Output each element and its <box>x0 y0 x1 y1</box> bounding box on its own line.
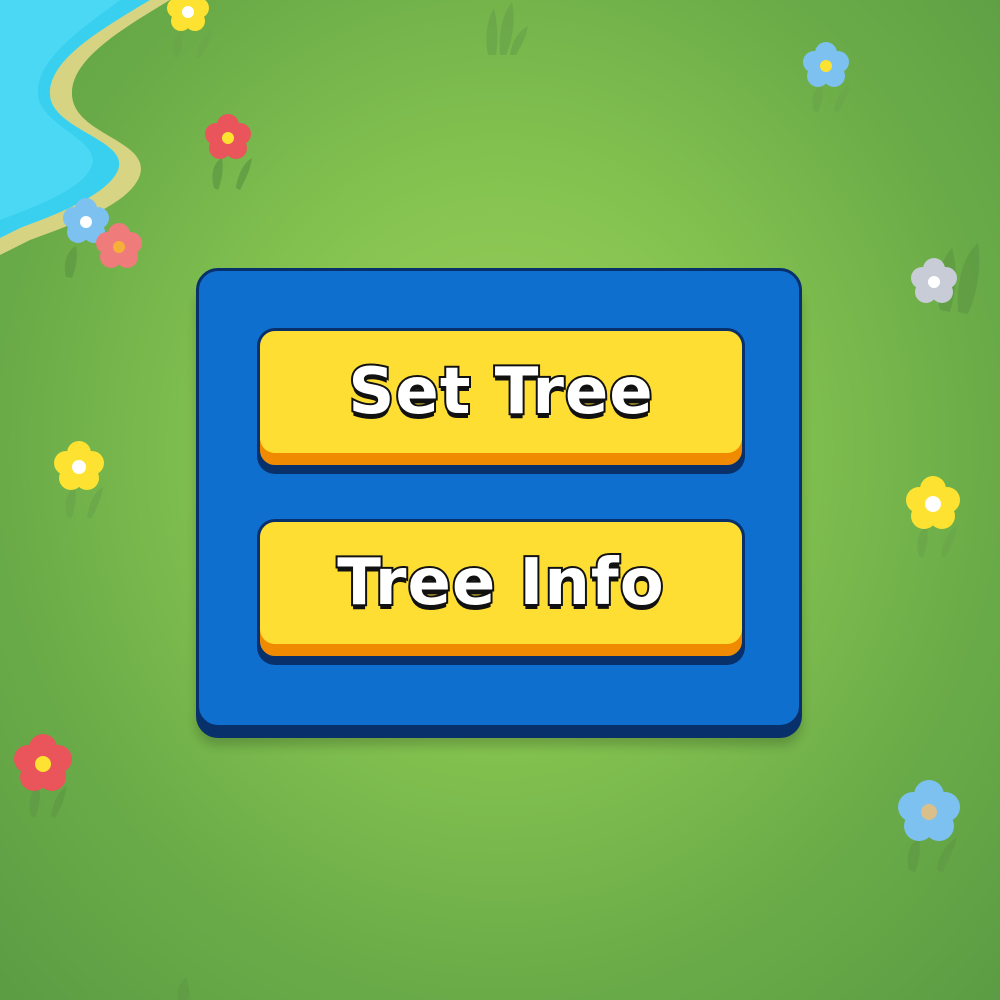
tree-info-button[interactable]: Tree Info <box>257 519 745 659</box>
grass-tuft <box>486 2 528 55</box>
yellow-flower <box>54 441 104 519</box>
set-tree-label: Set Tree <box>346 355 654 429</box>
tree-menu-panel: Set Tree Tree Info <box>196 268 802 728</box>
game-scene: Set Tree Tree Info <box>0 0 1000 1000</box>
yellow-flower <box>906 476 960 558</box>
red-flower <box>14 734 72 818</box>
set-tree-button[interactable]: Set Tree <box>257 328 745 468</box>
red-flower <box>205 114 252 190</box>
grass-tuft <box>177 978 190 1000</box>
tree-info-label: Tree Info <box>335 546 665 620</box>
yellow-flower <box>167 0 212 58</box>
blue-flower <box>803 42 850 112</box>
blue-flower <box>898 780 960 872</box>
